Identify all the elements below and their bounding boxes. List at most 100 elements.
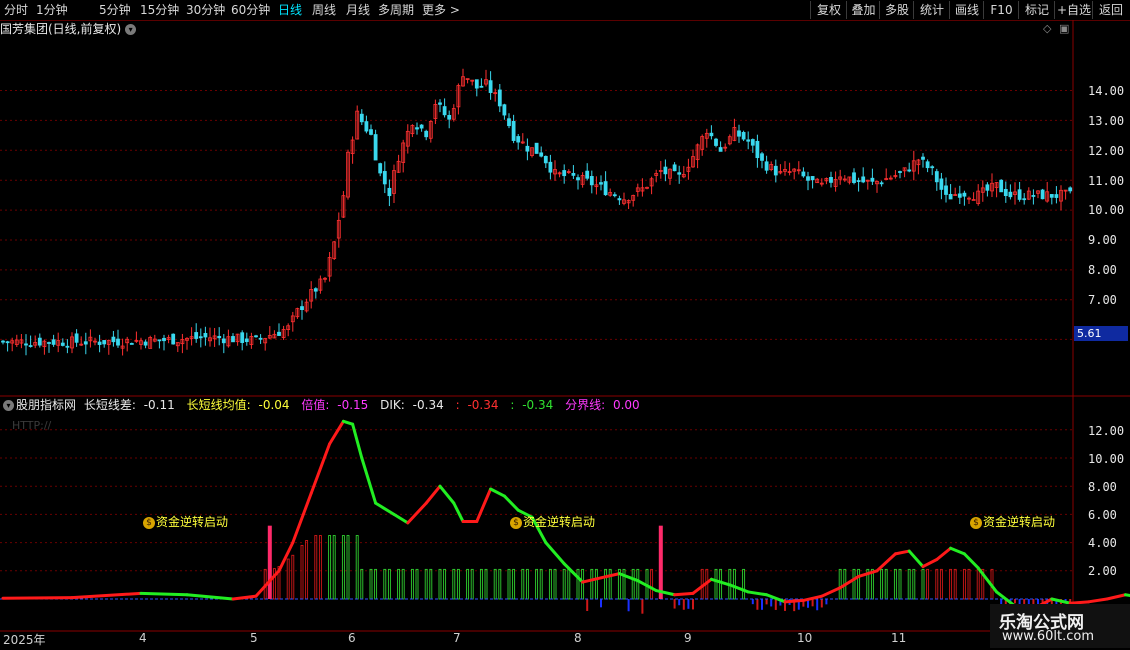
histogram-bar — [921, 568, 925, 600]
candle — [47, 341, 51, 353]
histogram-bar — [600, 599, 602, 608]
candlestick-series — [1, 68, 1073, 356]
histogram-bar — [756, 599, 759, 610]
candle-body — [543, 155, 548, 164]
candle — [203, 326, 208, 346]
candle — [971, 192, 976, 201]
candle — [769, 161, 774, 172]
candle-body — [870, 177, 875, 182]
candle-body — [861, 176, 866, 183]
candle-body — [442, 106, 447, 116]
indicator-line-segment — [424, 484, 442, 505]
candle — [870, 168, 875, 185]
ind-label-2: 倍值: — [301, 398, 330, 412]
candle — [461, 68, 465, 87]
candle-body — [907, 169, 912, 172]
candle — [792, 168, 797, 180]
candle — [396, 154, 401, 173]
chevron-down-icon[interactable]: ▾ — [3, 400, 14, 411]
candle-body — [1017, 189, 1022, 200]
candle — [921, 153, 925, 168]
candle — [594, 176, 599, 195]
candle — [898, 170, 902, 179]
candle — [612, 192, 617, 198]
candle — [336, 212, 341, 248]
money-bag-icon: $ — [510, 516, 522, 529]
candle-body — [258, 337, 263, 340]
candle — [976, 184, 981, 206]
candle — [1017, 181, 1022, 202]
indicator-line-segment — [406, 501, 428, 525]
candle — [916, 158, 921, 175]
candle — [852, 168, 856, 185]
candle-body — [313, 288, 318, 292]
histogram-bar — [374, 568, 378, 600]
signal-label-2: $ 资金逆转启动 — [510, 513, 595, 530]
candle-body — [934, 171, 939, 183]
indicator-line-segment — [746, 590, 769, 597]
candle — [295, 307, 300, 319]
candle — [217, 327, 222, 346]
candle-body — [714, 138, 718, 146]
indicator-line-segment — [893, 549, 911, 556]
indicator-line-segment — [921, 558, 939, 569]
candle — [801, 167, 806, 178]
histogram-bar — [742, 568, 746, 600]
candle — [143, 339, 148, 349]
candle-body — [221, 338, 226, 344]
date-month-9: 9 — [684, 631, 692, 645]
candle — [327, 251, 332, 282]
candle — [424, 129, 429, 141]
candle — [626, 199, 631, 210]
candle — [451, 104, 456, 122]
candle — [741, 130, 746, 142]
candle — [838, 169, 843, 185]
candle — [948, 184, 953, 200]
candle-body — [359, 113, 364, 123]
candle — [562, 164, 567, 184]
signal-bar — [267, 525, 272, 599]
indicator-line-segment — [489, 487, 506, 498]
histogram-bar — [305, 540, 309, 600]
candle — [833, 171, 838, 192]
histogram-bar — [438, 568, 442, 600]
indicator-line-segment — [636, 579, 658, 593]
signal-bar — [658, 525, 663, 599]
date-month-6: 6 — [348, 631, 356, 645]
candle-body — [1040, 189, 1045, 200]
histogram-bar — [397, 568, 401, 600]
candle — [97, 334, 102, 353]
candle-body — [750, 139, 755, 146]
histogram-bar — [770, 599, 773, 607]
candle-body — [999, 179, 1004, 193]
candle — [19, 333, 24, 349]
histogram-bar — [912, 568, 916, 600]
histogram-bar — [341, 535, 345, 600]
candle — [732, 118, 737, 142]
candle-body — [5, 341, 10, 344]
indicator-line-segment — [562, 562, 585, 584]
candle — [28, 335, 33, 348]
candle — [93, 337, 97, 346]
candle — [985, 182, 990, 197]
ind-value-0: -0.11 — [143, 398, 175, 412]
candle — [369, 124, 373, 136]
candle-body — [116, 338, 120, 346]
candle-body — [939, 178, 944, 190]
candle — [281, 325, 286, 340]
histogram-bar — [857, 568, 861, 600]
candle-body — [806, 176, 810, 181]
candle-body — [709, 132, 714, 137]
candle-body — [617, 198, 622, 201]
brand-watermark: 乐淘公式网 www.60lt.com — [990, 604, 1130, 648]
candle-body — [930, 166, 935, 169]
date-month-5: 5 — [250, 631, 258, 645]
candle-body — [488, 80, 493, 93]
candle — [65, 339, 70, 354]
histogram-bar — [604, 568, 608, 600]
signal-label-1: $ 资金逆转启动 — [143, 513, 228, 530]
candle — [88, 329, 93, 348]
candle-body — [948, 193, 953, 200]
candle — [382, 161, 387, 194]
candle — [1013, 182, 1017, 205]
